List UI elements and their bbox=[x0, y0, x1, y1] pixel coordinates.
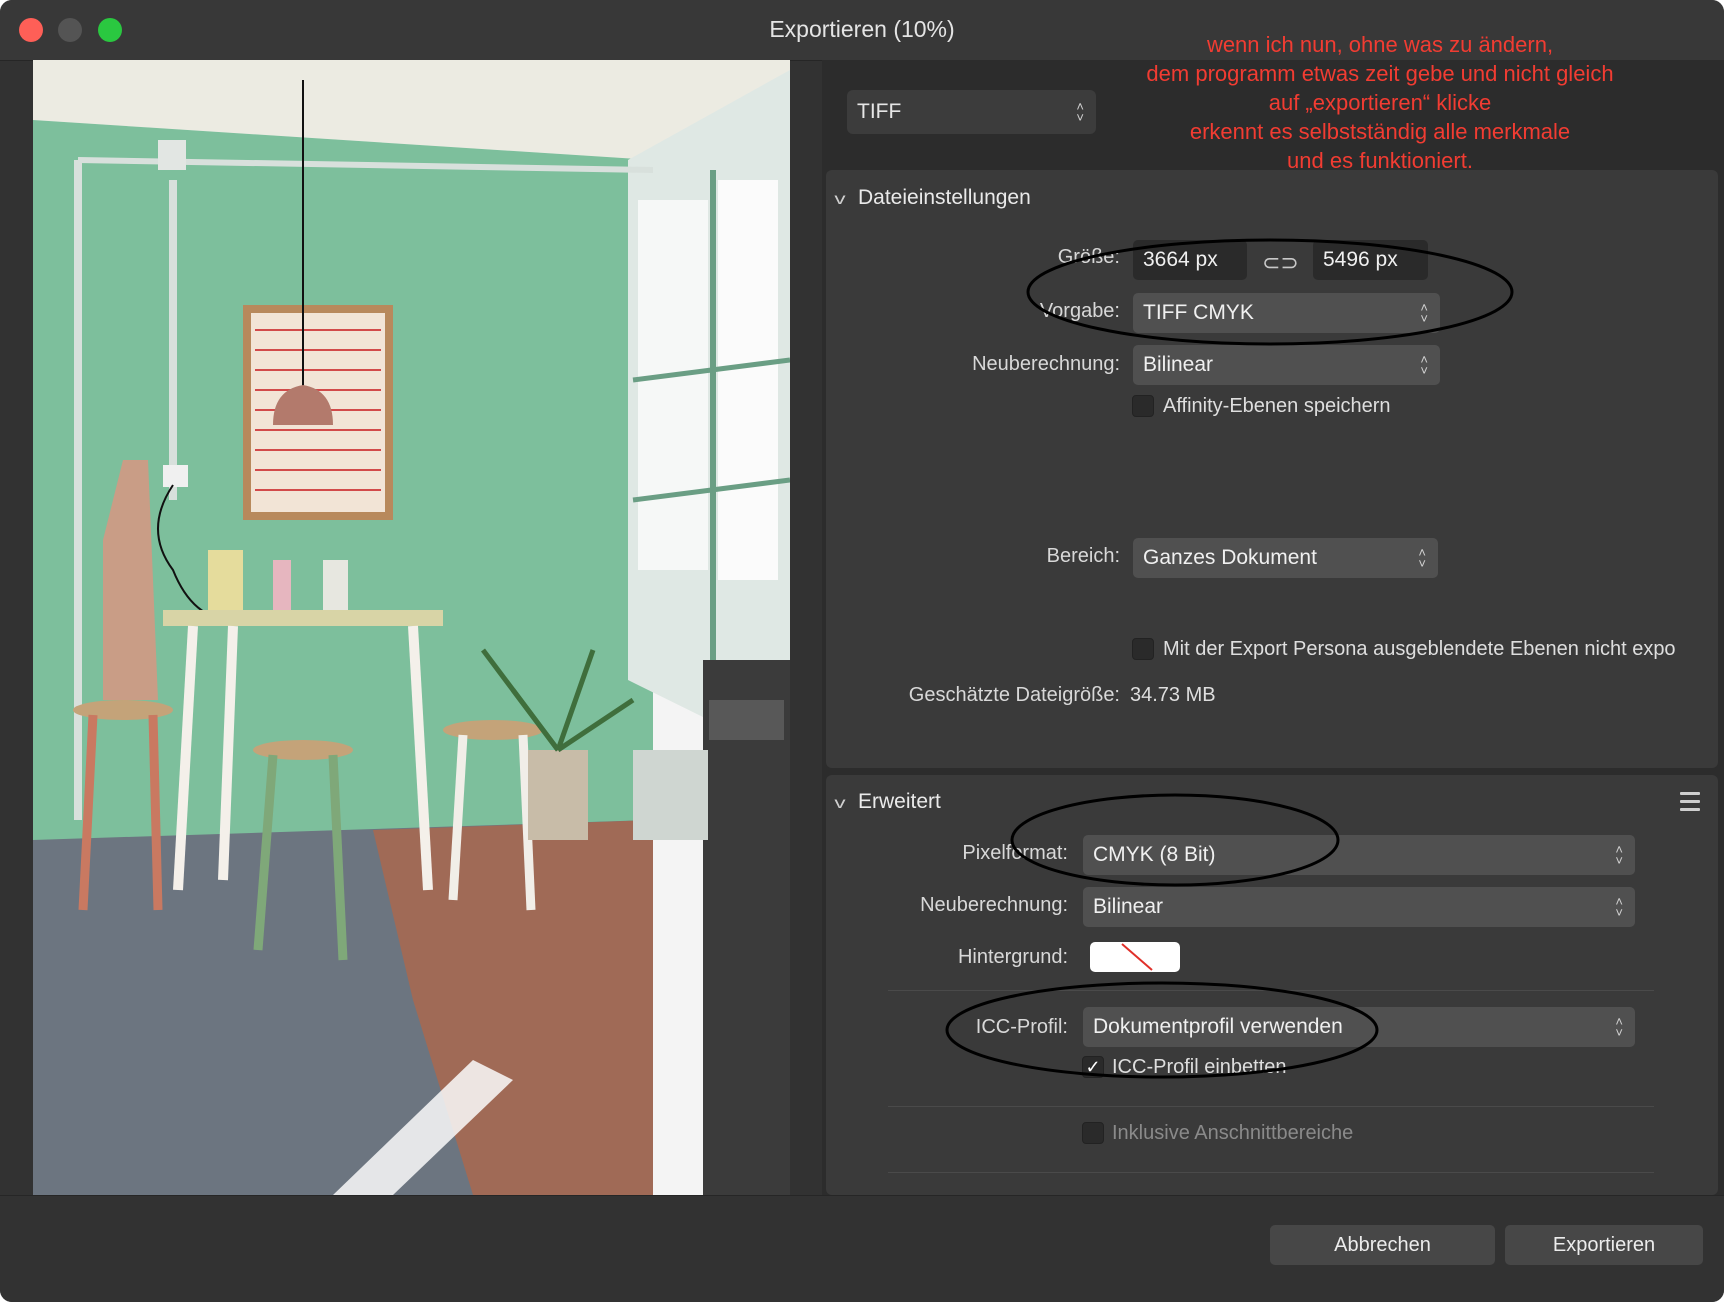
chevron-updown-icon: ˄ ˅ bbox=[1615, 1014, 1623, 1040]
format-select[interactable]: TIFF ˄ ˅ bbox=[847, 90, 1096, 134]
hidden-layers-label: Mit der Export Persona ausgeblendete Ebe… bbox=[1163, 638, 1676, 660]
width-field[interactable]: 3664 px bbox=[1133, 240, 1247, 280]
link-icon[interactable]: ⊂⊃ bbox=[1262, 250, 1299, 276]
checkmark-icon: ✓ bbox=[1085, 1057, 1101, 1077]
export-button[interactable]: Exportieren bbox=[1505, 1225, 1703, 1265]
embed-icc-checkbox[interactable]: ✓ bbox=[1082, 1056, 1104, 1078]
area-value: Ganzes Dokument bbox=[1143, 546, 1317, 569]
preset-label: Vorgabe: bbox=[1039, 300, 1120, 322]
divider bbox=[888, 1172, 1654, 1173]
cancel-button[interactable]: Abbrechen bbox=[1270, 1225, 1495, 1265]
advanced-resample-value: Bilinear bbox=[1093, 895, 1164, 918]
save-layers-checkbox[interactable] bbox=[1132, 395, 1154, 417]
estimated-size-value: 34.73 MB bbox=[1130, 684, 1216, 706]
preset-value: TIFF CMYK bbox=[1143, 301, 1254, 324]
chevron-updown-icon: ˄ ˅ bbox=[1615, 894, 1623, 920]
chevron-updown-icon: ˄ ˅ bbox=[1076, 99, 1084, 125]
icc-profile-label: ICC-Profil: bbox=[975, 1016, 1068, 1038]
height-field[interactable]: 5496 px bbox=[1313, 240, 1428, 280]
chevron-updown-icon: ˄ ˅ bbox=[1420, 352, 1428, 378]
pixel-format-select[interactable]: CMYK (8 Bit) ˄ ˅ bbox=[1083, 835, 1635, 875]
embed-icc-label: ICC-Profil einbetten bbox=[1112, 1056, 1287, 1078]
advanced-header[interactable]: v Erweitert bbox=[834, 790, 941, 814]
resample-value: Bilinear bbox=[1143, 353, 1214, 376]
file-settings-title: Dateieinstellungen bbox=[858, 186, 1031, 209]
export-preview-image bbox=[33, 60, 790, 1195]
preset-select[interactable]: TIFF CMYK ˄ ˅ bbox=[1133, 293, 1440, 333]
estimated-size-label: Geschätzte Dateigröße: bbox=[908, 684, 1120, 706]
divider bbox=[888, 990, 1654, 991]
save-layers-label: Affinity-Ebenen speichern bbox=[1163, 395, 1391, 417]
bleed-checkbox[interactable] bbox=[1082, 1122, 1104, 1144]
bleed-label: Inklusive Anschnittbereiche bbox=[1112, 1122, 1354, 1144]
area-select[interactable]: Ganzes Dokument ˄ ˅ bbox=[1133, 538, 1438, 578]
menu-icon[interactable] bbox=[1680, 792, 1700, 816]
background-color-swatch[interactable] bbox=[1090, 942, 1180, 972]
export-dialog: Exportieren (10%) wenn ich nun, ohne was… bbox=[0, 0, 1724, 1302]
chevron-down-icon: v bbox=[834, 795, 846, 812]
format-value: TIFF bbox=[857, 100, 902, 123]
resample-label: Neuberechnung: bbox=[972, 353, 1120, 375]
icc-profile-select[interactable]: Dokumentprofil verwenden ˄ ˅ bbox=[1083, 1007, 1635, 1047]
background-label: Hintergrund: bbox=[957, 946, 1068, 968]
size-label: Größe: bbox=[1057, 246, 1120, 268]
chevron-updown-icon: ˄ ˅ bbox=[1418, 545, 1426, 571]
chevron-updown-icon: ˄ ˅ bbox=[1420, 300, 1428, 326]
advanced-resample-label: Neuberechnung: bbox=[920, 894, 1068, 916]
file-settings-header[interactable]: v Dateieinstellungen bbox=[834, 186, 1031, 210]
icc-profile-value: Dokumentprofil verwenden bbox=[1093, 1015, 1343, 1038]
pixel-format-value: CMYK (8 Bit) bbox=[1093, 843, 1216, 866]
advanced-resample-select[interactable]: Bilinear ˄ ˅ bbox=[1083, 887, 1635, 927]
area-label: Bereich: bbox=[1046, 545, 1120, 567]
chevron-down-icon: v bbox=[834, 191, 846, 208]
chevron-updown-icon: ˄ ˅ bbox=[1615, 842, 1623, 868]
pixel-format-label: Pixelformat: bbox=[962, 842, 1068, 864]
hidden-layers-checkbox[interactable] bbox=[1132, 638, 1154, 660]
advanced-title: Erweitert bbox=[858, 790, 941, 813]
annotation-text: wenn ich nun, ohne was zu ändern, dem pr… bbox=[1146, 32, 1614, 173]
resample-select[interactable]: Bilinear ˄ ˅ bbox=[1133, 345, 1440, 385]
divider bbox=[888, 1106, 1654, 1107]
